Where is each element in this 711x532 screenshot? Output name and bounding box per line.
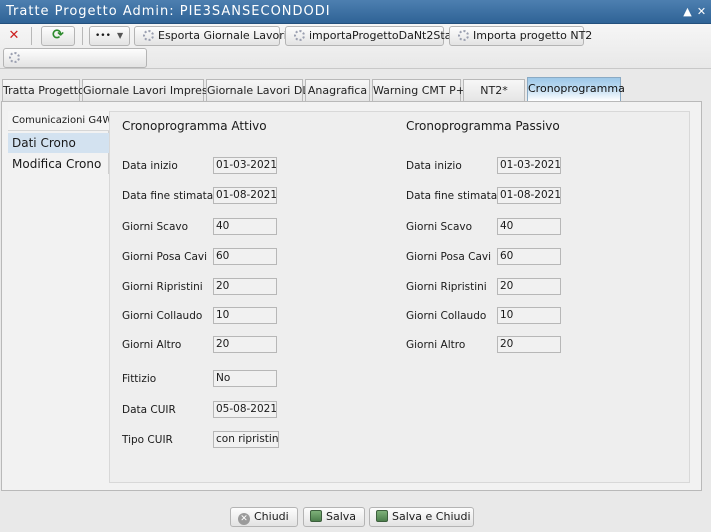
importa-progetto-nt2-button[interactable]: Importa progetto NT2 (449, 26, 592, 46)
passivo-giorni-collaudo-field[interactable]: 10 (497, 307, 561, 324)
crono-form: Cronoprogramma Attivo Data inizio 01-03-… (109, 111, 690, 483)
tab-cronoprogramma[interactable]: Cronoprogramma (527, 77, 625, 101)
close-circle-icon: ✕ (238, 513, 250, 525)
tab-bar: Tratta Progetto Giornale Lavori Impresa … (0, 77, 711, 101)
gear-icon (9, 52, 20, 63)
section-title-passivo: Cronoprogramma Passivo (406, 119, 560, 133)
window-edge (702, 101, 711, 491)
passivo-giorni-scavo-field[interactable]: 40 (497, 218, 561, 235)
field-label: Giorni Scavo (406, 221, 473, 233)
button-label: Esporta Giornale Lavori (158, 29, 287, 42)
field-label: Giorni Altro (406, 339, 466, 351)
field-label: Giorni Ripristini (122, 281, 203, 293)
salva-button[interactable]: Salva (303, 507, 365, 527)
field-label: Fittizio (122, 373, 157, 385)
tab-giornale-lavori-impresa[interactable]: Giornale Lavori Impresa (82, 79, 214, 101)
field-label: Data inizio (122, 160, 178, 172)
side-navigation: Comunicazioni G4W Dati Crono Modifica Cr… (8, 111, 112, 174)
esporta-giornale-lavori-button[interactable]: Esporta Giornale Lavori (134, 26, 287, 46)
chiudi-button[interactable]: ✕ Chiudi (230, 507, 298, 527)
gear-icon (143, 30, 154, 41)
dialog-footer: ✕ Chiudi Salva Salva e Chiudi (0, 498, 711, 532)
button-label: Importa progetto NT2 (473, 29, 593, 42)
passivo-data-inizio-field[interactable]: 01-03-2021 (497, 157, 561, 174)
field-label: Giorni Posa Cavi (122, 251, 208, 263)
toolbar-divider (31, 27, 32, 45)
window-titlebar: Tratte Progetto Admin: PIE3SANSECONDODI … (0, 0, 711, 24)
attivo-giorni-collaudo-field[interactable]: 10 (213, 307, 277, 324)
button-label: Chiudi (254, 510, 289, 523)
attivo-data-fine-field[interactable]: 01-08-2021 (213, 187, 277, 204)
gear-icon (458, 30, 469, 41)
database-save-icon (310, 510, 322, 522)
attivo-data-inizio-field[interactable]: 01-03-2021 (213, 157, 277, 174)
field-label: Giorni Altro (122, 339, 182, 351)
more-menu-button[interactable]: ••• ▼ (89, 26, 130, 46)
field-label: Giorni Posa Cavi (406, 251, 492, 263)
tab-tratta-progetto[interactable]: Tratta Progetto (2, 79, 85, 101)
attivo-tipo-cuir-field[interactable]: con ripristini (213, 431, 279, 448)
field-label: Data fine stimata (406, 190, 498, 202)
field-label: Giorni Scavo (122, 221, 189, 233)
chevron-down-icon: ▼ (117, 31, 124, 40)
button-label: Salva (326, 510, 357, 523)
attivo-giorni-posa-cavi-field[interactable]: 60 (213, 248, 277, 265)
sidenav-item-comunicazioni-g4w[interactable]: Comunicazioni G4W (8, 111, 112, 131)
toolbar-divider (82, 27, 83, 45)
salva-e-chiudi-button[interactable]: Salva e Chiudi (369, 507, 474, 527)
window-close-icon[interactable]: ✕ (695, 5, 708, 18)
passivo-giorni-ripristini-field[interactable]: 20 (497, 278, 561, 295)
delete-button[interactable]: ✕ (3, 26, 25, 46)
button-label: importaProgettoDaNt2Star (309, 29, 456, 42)
tab-giornale-lavori-dl[interactable]: Giornale Lavori DL (206, 79, 308, 101)
more-icon: ••• (95, 31, 111, 41)
attivo-giorni-altro-field[interactable]: 20 (213, 336, 277, 353)
extra-action-button[interactable] (3, 48, 147, 68)
tab-warning-cmt[interactable]: Warning CMT P+ (372, 79, 465, 101)
toolbar: ✕ ⟳ ••• ▼ Esporta Giornale Lavori import… (0, 24, 711, 69)
field-label: Data inizio (406, 160, 462, 172)
button-label: Salva e Chiudi (392, 510, 471, 523)
attivo-fittizio-field[interactable]: No (213, 370, 277, 387)
attivo-giorni-scavo-field[interactable]: 40 (213, 218, 277, 235)
attivo-giorni-ripristini-field[interactable]: 20 (213, 278, 277, 295)
field-label: Data fine stimata (122, 190, 214, 202)
window-title: Tratte Progetto Admin: PIE3SANSECONDODI (6, 4, 331, 19)
tab-anagrafica[interactable]: Anagrafica (305, 79, 370, 101)
importa-progetto-da-nt2star-button[interactable]: importaProgettoDaNt2Star (285, 26, 456, 46)
field-label: Tipo CUIR (122, 434, 173, 446)
database-save-icon (376, 510, 388, 522)
close-red-icon: ✕ (8, 28, 20, 43)
refresh-icon: ⟳ (52, 27, 64, 43)
sidenav-item-modifica-crono[interactable]: Modifica Crono (8, 154, 109, 174)
attivo-data-cuir-field[interactable]: 05-08-2021 (213, 401, 277, 418)
passivo-data-fine-field[interactable]: 01-08-2021 (497, 187, 561, 204)
sidenav-item-dati-crono[interactable]: Dati Crono (8, 133, 109, 153)
passivo-giorni-posa-cavi-field[interactable]: 60 (497, 248, 561, 265)
refresh-button[interactable]: ⟳ (41, 26, 75, 46)
field-label: Giorni Ripristini (406, 281, 487, 293)
gear-icon (294, 30, 305, 41)
passivo-giorni-altro-field[interactable]: 20 (497, 336, 561, 353)
minimize-icon[interactable]: ▲ (681, 5, 694, 18)
field-label: Data CUIR (122, 404, 176, 416)
tab-nt2[interactable]: NT2* (463, 79, 525, 101)
field-label: Giorni Collaudo (122, 310, 203, 322)
field-label: Giorni Collaudo (406, 310, 487, 322)
section-title-attivo: Cronoprogramma Attivo (122, 119, 267, 133)
